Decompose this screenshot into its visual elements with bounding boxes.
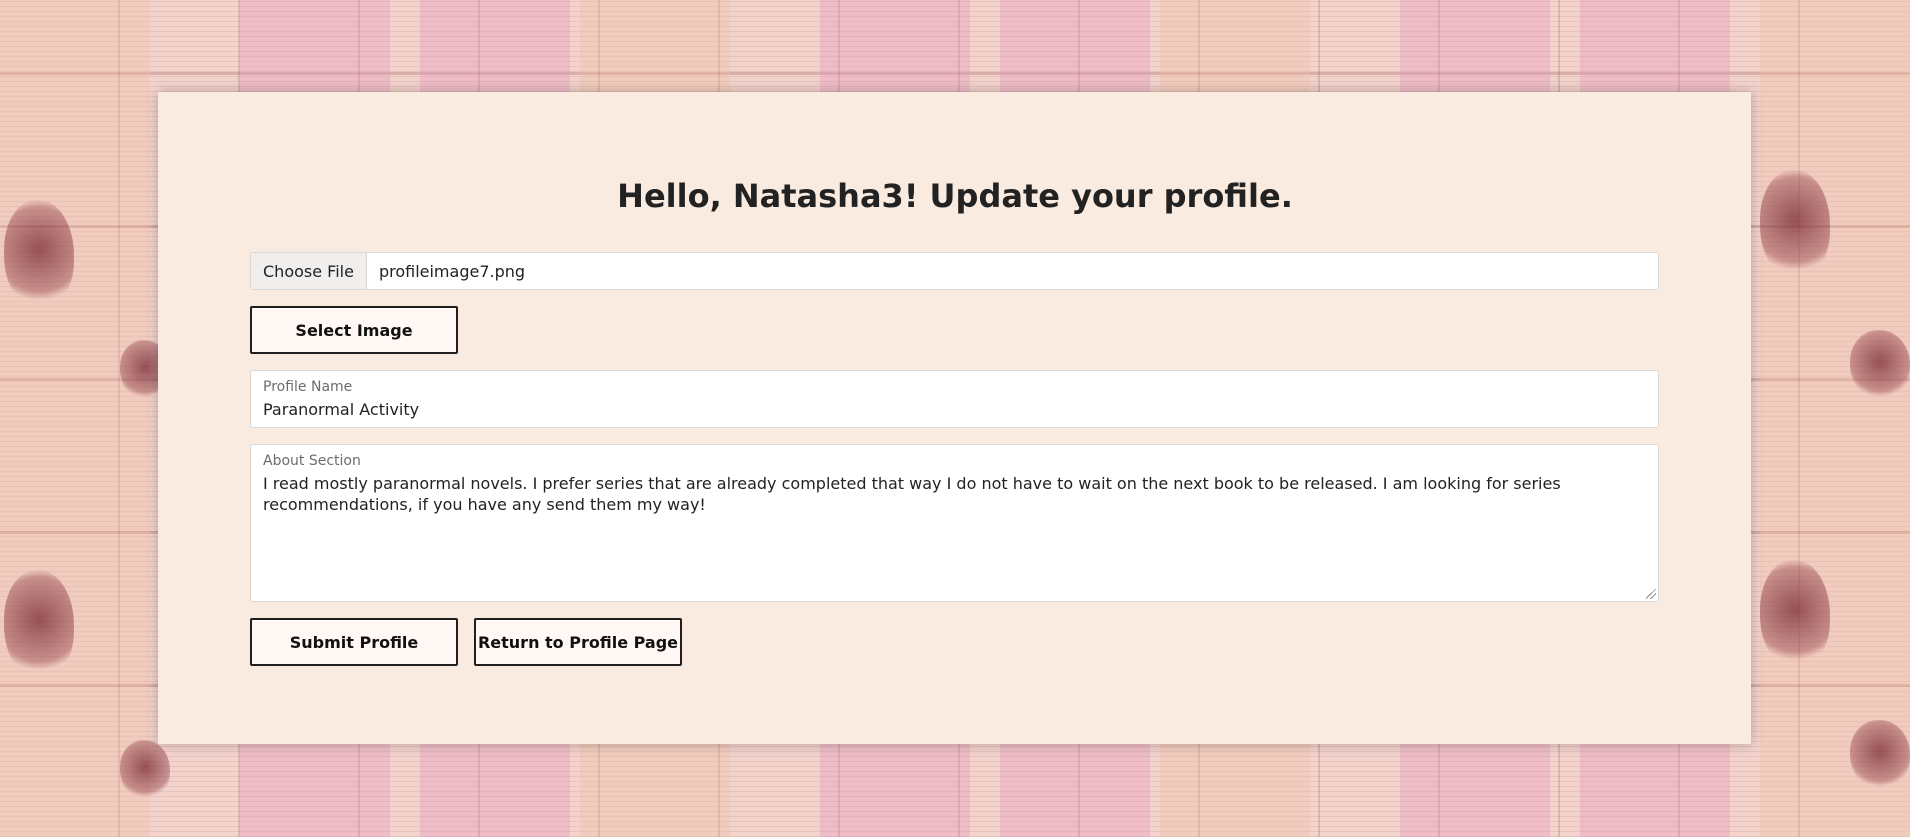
profile-image-file-input[interactable]: Choose File profileimage7.png [250,252,1659,290]
profile-name-field[interactable]: Profile Name Paranormal Activity [250,370,1659,428]
submit-profile-button[interactable]: Submit Profile [250,618,458,666]
page-title: Hello, Natasha3! Update your profile. [617,177,1293,215]
choose-file-button[interactable]: Choose File [251,253,367,289]
about-section-label: About Section [263,453,361,469]
return-to-profile-button[interactable]: Return to Profile Page [474,618,682,666]
bg-illustration [1850,720,1910,790]
bg-page-tile [0,0,150,837]
about-section-value[interactable]: I read mostly paranormal novels. I prefe… [263,473,1644,515]
bg-illustration [1850,330,1910,400]
bg-illustration [120,740,170,800]
bg-illustration [1760,560,1830,670]
bg-page-tile [1760,0,1910,837]
selected-file-name: profileimage7.png [378,261,526,281]
bg-illustration [4,570,74,680]
resize-handle-icon[interactable] [1646,589,1656,599]
select-image-button[interactable]: Select Image [250,306,458,354]
profile-name-value[interactable]: Paranormal Activity [263,399,1644,420]
profile-name-label: Profile Name [263,379,353,395]
about-section-textarea[interactable]: About Section I read mostly paranormal n… [250,444,1659,602]
